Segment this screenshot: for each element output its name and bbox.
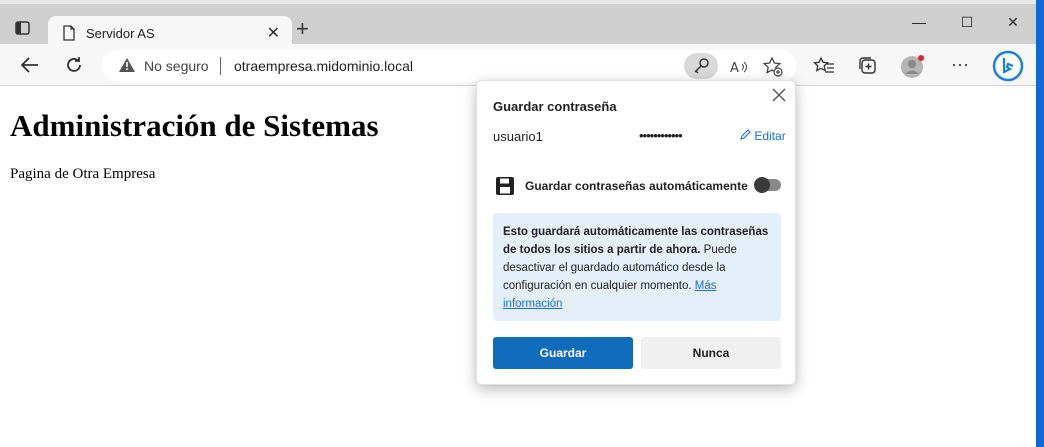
new-tab-button[interactable]: + [296,18,309,40]
maximize-button[interactable]: ☐ [952,14,982,38]
tab-bar: Servidor AS ✕ + — ☐ ✕ [0,4,1036,50]
auto-save-info-box: Esto guardará automáticamente las contra… [493,213,781,321]
address-separator [220,57,221,75]
back-button[interactable] [18,54,42,78]
pencil-icon [740,129,751,140]
username-value: usuario1 [493,129,543,144]
svg-text:A: A [730,61,739,76]
minimize-button[interactable]: — [904,14,934,38]
key-icon [694,58,709,74]
warning-icon[interactable] [118,57,136,78]
refresh-icon [67,57,81,72]
save-button[interactable]: Guardar [493,337,633,369]
url-text[interactable]: otraempresa.midominio.local [234,58,413,74]
profile-avatar[interactable] [900,54,924,78]
refresh-button[interactable] [62,54,86,78]
tab-actions-button[interactable] [8,14,36,42]
password-mask: •••••••••••• [639,128,683,143]
popup-title: Guardar contraseña [493,99,617,114]
page-icon [62,25,76,46]
security-label[interactable]: No seguro [144,58,209,74]
favorites-icon[interactable] [812,54,836,78]
collections-icon[interactable] [856,54,880,78]
password-key-button[interactable] [684,53,718,79]
edit-credentials-button[interactable]: Editar [739,129,789,143]
page-text: Pagina de Otra Empresa [10,166,156,182]
back-arrow-icon [20,57,38,73]
edit-label: Editar [754,129,786,143]
close-popup-icon[interactable] [771,87,787,108]
page-heading: Administración de Sistemas [10,108,379,143]
desktop-edge [1036,0,1044,447]
address-bar[interactable]: No seguro otraempresa.midominio.local A [102,50,796,82]
auto-save-toggle[interactable] [754,177,781,193]
settings-more-icon[interactable]: ··· [948,54,972,78]
tab-title: Servidor AS [86,26,155,41]
tab-actions-icon [15,21,30,35]
toggle-knob [754,177,770,193]
bing-chat-icon[interactable] [992,50,1024,82]
close-tab-icon[interactable]: ✕ [267,23,280,43]
never-button[interactable]: Nunca [641,337,781,369]
auto-save-label: Guardar contraseñas automáticamente [525,179,748,193]
close-window-button[interactable]: ✕ [998,14,1028,38]
read-aloud-icon[interactable]: A [728,56,750,78]
add-favorite-icon[interactable] [762,56,784,78]
floppy-disk-icon [495,176,515,201]
save-password-popup: Guardar contraseña usuario1 ••••••••••••… [476,80,796,385]
